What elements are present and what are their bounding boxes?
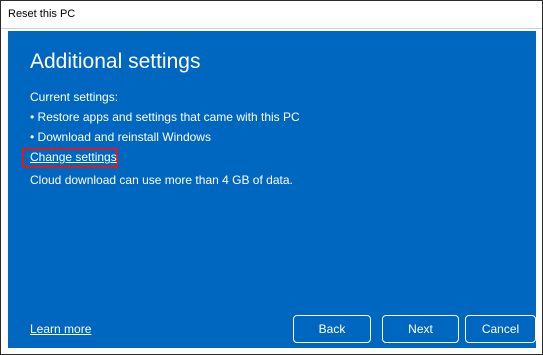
content-panel: Additional settings Current settings: • … bbox=[8, 31, 536, 348]
back-button[interactable]: Back bbox=[293, 315, 371, 343]
cloud-download-note: Cloud download can use more than 4 GB of… bbox=[30, 173, 293, 187]
setting-restore-apps: • Restore apps and settings that came wi… bbox=[30, 110, 300, 124]
change-settings-link[interactable]: Change settings bbox=[30, 150, 117, 165]
page-heading: Additional settings bbox=[30, 50, 201, 73]
title-bar: Reset this PC bbox=[1, 1, 542, 29]
reset-pc-window: Reset this PC Additional settings Curren… bbox=[0, 0, 543, 355]
current-settings-label: Current settings: bbox=[30, 90, 119, 104]
cancel-button[interactable]: Cancel bbox=[465, 315, 536, 343]
window-title: Reset this PC bbox=[8, 8, 76, 20]
setting-download-windows: • Download and reinstall Windows bbox=[30, 130, 211, 144]
next-button[interactable]: Next bbox=[382, 315, 459, 343]
learn-more-link[interactable]: Learn more bbox=[30, 322, 91, 337]
